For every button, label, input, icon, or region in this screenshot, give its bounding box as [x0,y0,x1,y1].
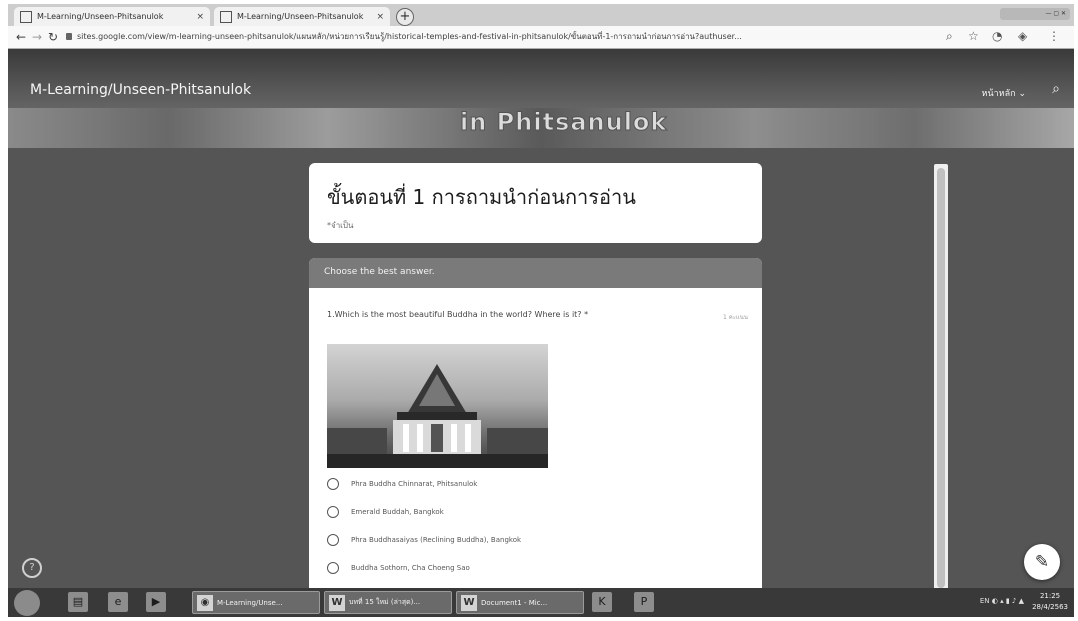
lock-icon [66,33,72,40]
clock-date: 28/4/2563 [1032,603,1068,611]
section-title: ขั้นตอนที่ 1 การถามนำก่อนการอ่าน [327,185,636,209]
nav-menu-label: หน้าหลัก [981,89,1016,99]
media-player-icon[interactable]: ▶ [146,592,166,612]
answer-option[interactable]: Emerald Buddah, Bangkok [327,506,444,518]
radio-button[interactable] [327,478,339,490]
option-label: Buddha Sothorn, Cha Choeng Sao [351,564,470,572]
start-button[interactable] [14,590,40,616]
section-header-text: Choose the best answer. [324,267,435,277]
taskbar-app-label: บทที่ 15 ใหม่ (ล่าสุด)... [349,598,421,606]
radio-button[interactable] [327,506,339,518]
answer-option[interactable]: Phra Buddha Chinnarat, Phitsanulok [327,478,477,490]
question-card: Choose the best answer. 1.Which is the m… [309,258,762,598]
option-label: Phra Buddha Chinnarat, Phitsanulok [351,480,478,488]
app-icon[interactable]: K [592,592,612,612]
close-tab-icon[interactable]: × [196,12,204,22]
help-icon[interactable]: ? [22,558,42,578]
back-arrow-icon[interactable]: ← [16,30,26,44]
forward-arrow-icon[interactable]: → [32,30,42,44]
chevron-down-icon: ⌄ [1018,89,1026,99]
taskbar-app-word-1[interactable]: W บทที่ 15 ใหม่ (ล่าสุด)... [324,591,452,614]
answer-option[interactable]: Phra Buddhasaiyas (Reclining Buddha), Ba… [327,534,521,546]
tab-title: M-Learning/Unseen-Phitsanulok [237,12,364,21]
close-tab-icon[interactable]: × [376,12,384,22]
chrome-icon: ◉ [197,594,213,611]
internet-explorer-icon[interactable]: e [108,592,128,612]
form-title-card: ขั้นตอนที่ 1 การถามนำก่อนการอ่าน *จำเป็น [309,163,762,243]
answer-option[interactable]: Buddha Sothorn, Cha Choeng Sao [327,562,470,574]
question-points: 1 คะแนน [722,314,748,321]
temple-photo [327,344,548,468]
question-text: 1.Which is the most beautiful Buddha in … [327,310,589,319]
site-title[interactable]: M-Learning/Unseen-Phitsanulok [30,82,251,98]
sites-favicon-icon [20,10,32,23]
url-field[interactable]: sites.google.com/view/m-learning-unseen-… [66,31,941,43]
browser-tab-1[interactable]: M-Learning/Unseen-Phitsanulok × [14,7,210,26]
new-tab-button[interactable]: + [396,8,414,26]
address-bar: ← → ↻ sites.google.com/view/m-learning-u… [8,26,1074,49]
language-indicator: EN [979,597,990,605]
window-controls[interactable]: — ▢ ✕ [1000,8,1070,20]
edit-pencil-icon[interactable]: ✎ [1024,544,1060,580]
form-scrollbar[interactable] [934,164,948,594]
system-tray[interactable]: EN ◐ ▴ ▮ ♪ ▲ [980,597,1024,605]
clock[interactable]: 21:25 28/4/2563 [1032,591,1068,613]
required-note: *จำเป็น [327,221,354,230]
windows-taskbar: ▤ e ▶ ◉ M-Learning/Unse... W บทที่ 15 ให… [8,588,1074,617]
radio-button[interactable] [327,534,339,546]
taskbar-app-chrome[interactable]: ◉ M-Learning/Unse... [192,591,320,614]
taskbar-app-word-2[interactable]: W Document1 - Mic... [456,591,584,614]
option-label: Emerald Buddah, Bangkok [351,508,444,516]
scrollbar-thumb[interactable] [937,168,945,588]
word-icon: W [329,594,345,611]
taskbar-app-label: M-Learning/Unse... [217,598,283,607]
option-label: Phra Buddhasaiyas (Reclining Buddha), Ba… [351,536,522,544]
search-icon[interactable]: ⌕ [1052,81,1060,97]
nav-menu-home[interactable]: หน้าหลัก ⌄ [982,86,1026,100]
tab-strip: M-Learning/Unseen-Phitsanulok × M-Learni… [8,4,1074,26]
zoom-icon[interactable]: ⌕ [946,29,953,44]
profile-icon[interactable]: ◈ [1018,29,1027,44]
browser-tab-2[interactable]: M-Learning/Unseen-Phitsanulok × [214,7,390,26]
tab-title: M-Learning/Unseen-Phitsanulok [37,12,164,21]
banner-title: in Phitsanulok [459,108,668,137]
temple-illustration [327,364,548,468]
reload-icon[interactable]: ↻ [48,30,58,44]
file-explorer-icon[interactable]: ▤ [68,592,88,612]
powerpoint-icon[interactable]: P [634,592,654,612]
word-icon: W [461,594,477,611]
sites-favicon-icon [220,10,232,23]
clock-time: 21:25 [1039,592,1061,600]
url-text: sites.google.com/view/m-learning-unseen-… [77,32,742,41]
taskbar-app-label: Document1 - Mic... [481,598,548,607]
radio-button[interactable] [327,562,339,574]
screen: M-Learning/Unseen-Phitsanulok × M-Learni… [8,4,1074,617]
menu-dots-icon[interactable]: ⋮ [1048,29,1060,44]
bookmark-star-icon[interactable]: ☆ [968,29,979,44]
extension-icon[interactable]: ◔ [992,29,1002,44]
